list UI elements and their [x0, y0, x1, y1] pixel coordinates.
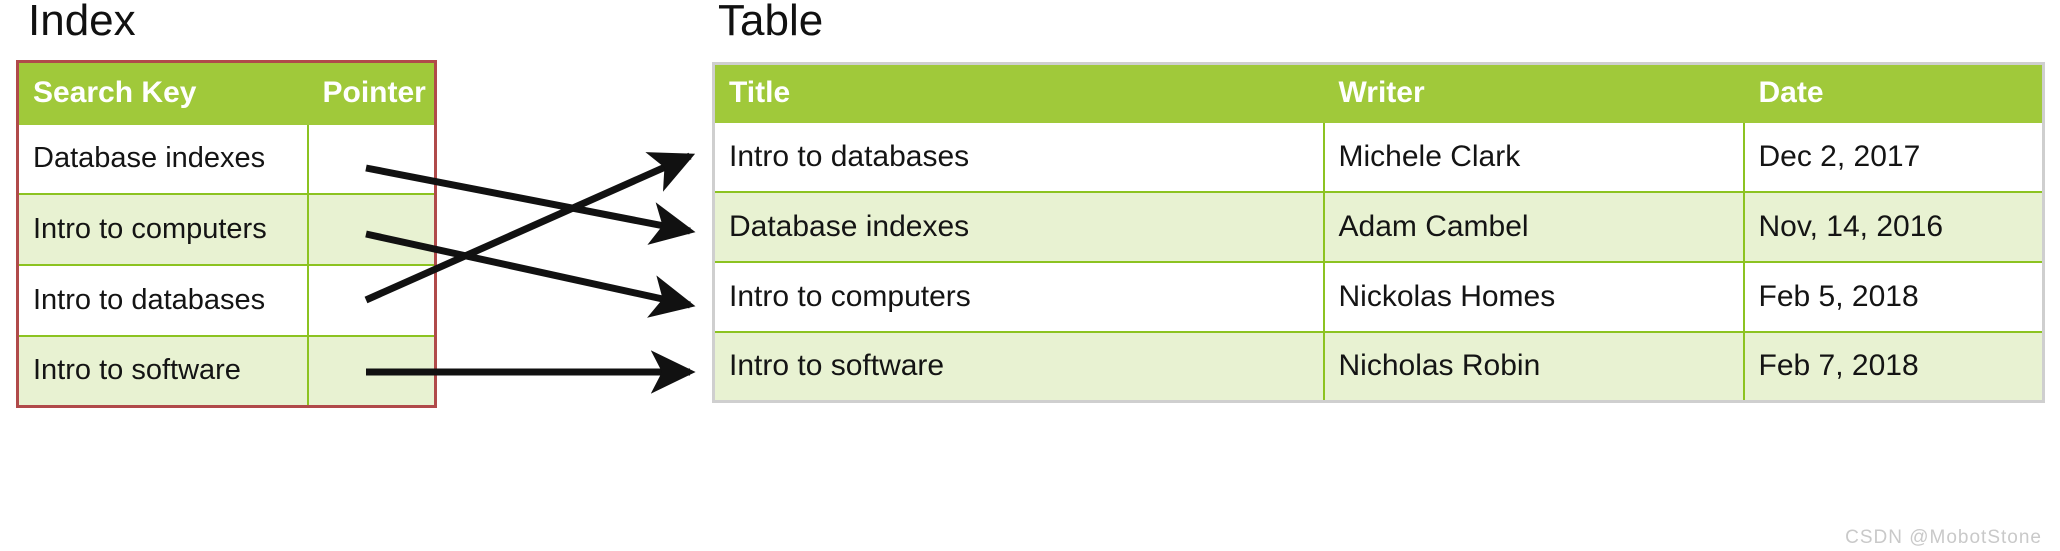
index-cell-search-key: Database indexes	[16, 122, 309, 196]
index-column-header-search-key: Search Key	[16, 60, 309, 125]
index-header-row: Search Key Pointer	[16, 60, 437, 125]
records-cell-title: Intro to databases	[712, 120, 1325, 193]
index-cell-search-key: Intro to databases	[16, 264, 309, 337]
index-cell-pointer	[306, 122, 437, 196]
table-row[interactable]: Intro to computers Nickolas Homes Feb 5,…	[712, 260, 2045, 333]
index-table-row[interactable]: Intro to software	[16, 334, 437, 408]
records-column-header-date: Date	[1742, 62, 2045, 123]
table-heading: Table	[718, 0, 824, 45]
table-row[interactable]: Database indexes Adam Cambel Nov, 14, 20…	[712, 190, 2045, 263]
records-cell-title: Intro to computers	[712, 260, 1325, 333]
records-cell-writer: Nickolas Homes	[1322, 260, 1745, 333]
records-cell-writer: Michele Clark	[1322, 120, 1745, 193]
records-cell-date: Dec 2, 2017	[1742, 120, 2045, 193]
records-cell-title: Database indexes	[712, 190, 1325, 263]
records-column-header-writer: Writer	[1322, 62, 1745, 123]
table-row[interactable]: Intro to software Nicholas Robin Feb 7, …	[712, 330, 2045, 403]
index-cell-pointer	[306, 334, 437, 408]
records-cell-writer: Adam Cambel	[1322, 190, 1745, 263]
records-cell-date: Nov, 14, 2016	[1742, 190, 2045, 263]
index-table-row[interactable]: Intro to databases	[16, 264, 437, 337]
index-table-row[interactable]: Intro to computers	[16, 193, 437, 266]
records-header-row: Title Writer Date	[712, 62, 2045, 123]
index-column-header-pointer: Pointer	[306, 60, 437, 125]
records-cell-date: Feb 7, 2018	[1742, 330, 2045, 403]
records-cell-date: Feb 5, 2018	[1742, 260, 2045, 333]
index-table-row[interactable]: Database indexes	[16, 122, 437, 196]
index-cell-search-key: Intro to computers	[16, 193, 309, 266]
diagram-canvas: Index Search Key Pointer Database indexe…	[0, 0, 2060, 551]
index-table: Search Key Pointer Database indexes Intr…	[16, 60, 437, 408]
index-cell-pointer	[306, 264, 437, 337]
index-cell-pointer	[306, 193, 437, 266]
records-cell-title: Intro to software	[712, 330, 1325, 403]
index-cell-search-key: Intro to software	[16, 334, 309, 408]
records-column-header-title: Title	[712, 62, 1325, 123]
records-cell-writer: Nicholas Robin	[1322, 330, 1745, 403]
index-heading: Index	[28, 0, 136, 45]
watermark: CSDN @MobotStone	[1845, 527, 2042, 548]
records-table: Title Writer Date Intro to databases Mic…	[712, 62, 2045, 403]
table-row[interactable]: Intro to databases Michele Clark Dec 2, …	[712, 120, 2045, 193]
